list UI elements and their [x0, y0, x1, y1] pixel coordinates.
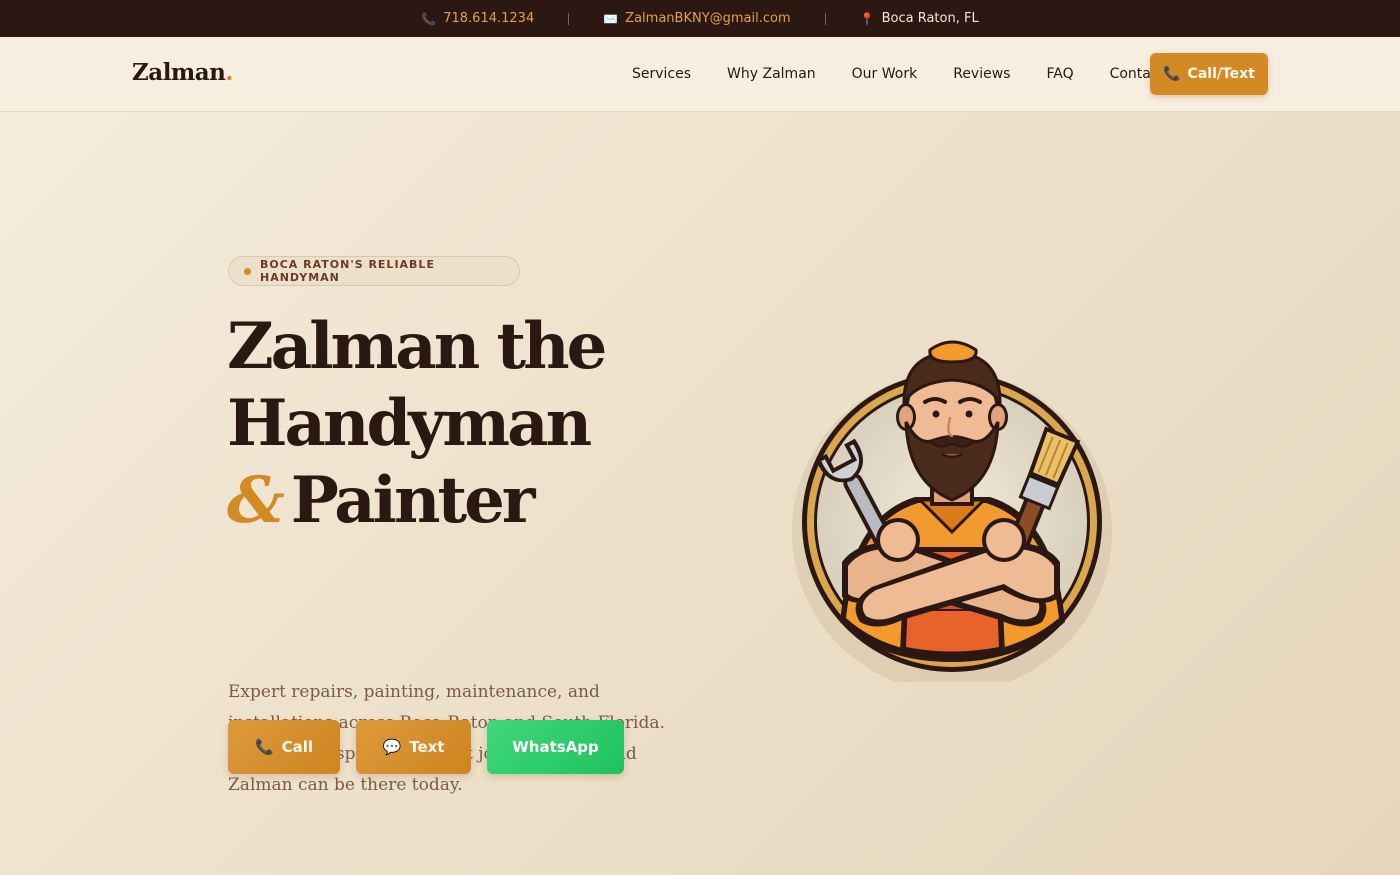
hero-badge: BOCA RATON'S RELIABLE HANDYMAN — [228, 256, 520, 286]
headline-line-1: Zalman the — [227, 309, 607, 384]
hero-headline: Zalman the Handyman & Painter — [227, 308, 607, 539]
topbar-divider — [824, 12, 826, 25]
email-icon: ✉️ — [603, 11, 619, 26]
topbar-location-text: Boca Raton, FL — [881, 11, 979, 26]
call-text-label: Call/Text — [1187, 66, 1255, 82]
topbar-email-text[interactable]: ZalmanBKNY@gmail.com — [625, 11, 790, 26]
nav-link-reviews[interactable]: Reviews — [935, 66, 1028, 82]
headline-painter: Painter — [290, 463, 536, 538]
call-button[interactable]: 📞 Call — [228, 720, 340, 774]
topbar-location: 📍 Boca Raton, FL — [860, 11, 979, 26]
headline-line-2: Handyman — [227, 386, 592, 461]
call-text-button[interactable]: 📞 Call/Text — [1150, 53, 1268, 95]
logo-text: Zalman — [132, 59, 226, 86]
location-pin-icon: 📍 — [859, 11, 875, 26]
headline-ampersand: & — [227, 463, 285, 538]
phone-icon: 📞 — [254, 738, 274, 756]
whatsapp-button[interactable]: WhatsApp — [487, 720, 624, 774]
text-button-label: Text — [409, 738, 445, 756]
call-button-label: Call — [281, 738, 314, 756]
nav-link-our-work[interactable]: Our Work — [834, 66, 936, 82]
badge-dot-icon — [244, 267, 251, 275]
logo[interactable]: Zalman. — [132, 59, 233, 86]
nav-link-why-zalman[interactable]: Why Zalman — [709, 66, 834, 82]
topbar-phone[interactable]: 📞 718.614.1234 — [421, 11, 534, 26]
logo-dot: . — [225, 59, 233, 86]
chat-bubble-icon: 💬 — [382, 738, 402, 756]
hero-section: BOCA RATON'S RELIABLE HANDYMAN Zalman th… — [0, 112, 1400, 875]
whatsapp-button-label: WhatsApp — [512, 738, 599, 756]
nav-link-faq[interactable]: FAQ — [1028, 66, 1091, 82]
headline-line-3: & Painter — [227, 462, 604, 539]
main-nav: Zalman. Services Why Zalman Our Work Rev… — [0, 37, 1400, 112]
phone-icon: 📞 — [1163, 66, 1181, 82]
top-contact-bar: 📞 718.614.1234 ✉️ ZalmanBKNY@gmail.com 📍… — [0, 0, 1400, 37]
text-button[interactable]: 💬 Text — [356, 720, 471, 774]
nav-link-services[interactable]: Services — [614, 66, 709, 82]
nav-links: Services Why Zalman Our Work Reviews FAQ… — [614, 66, 1182, 82]
topbar-phone-text[interactable]: 718.614.1234 — [443, 11, 534, 26]
topbar-divider — [568, 12, 570, 25]
handyman-illustration — [792, 340, 1112, 682]
badge-text: BOCA RATON'S RELIABLE HANDYMAN — [259, 258, 435, 284]
topbar-email[interactable]: ✉️ ZalmanBKNY@gmail.com — [603, 11, 790, 26]
phone-icon: 📞 — [421, 11, 437, 26]
